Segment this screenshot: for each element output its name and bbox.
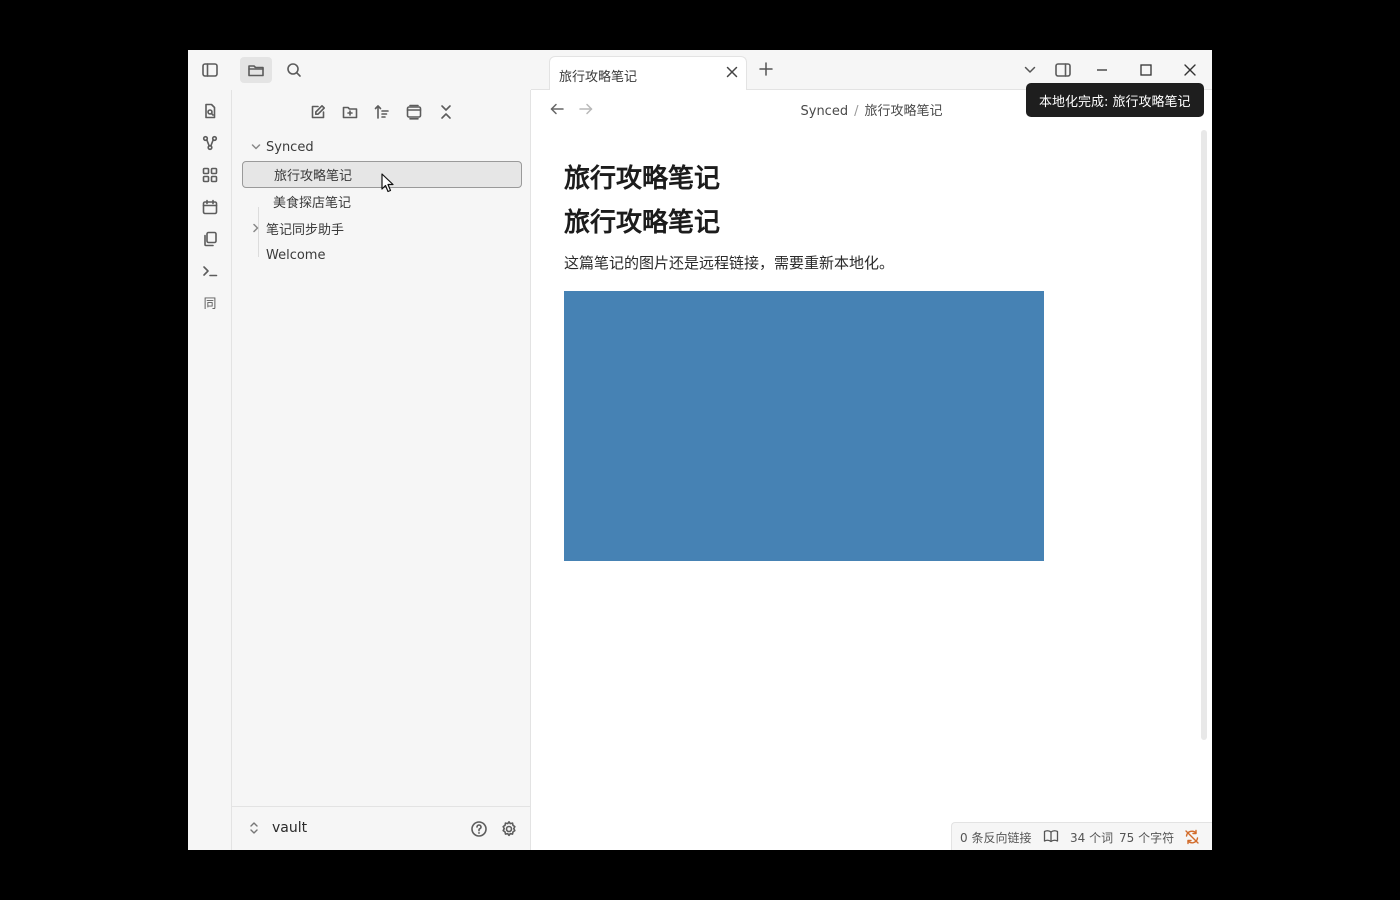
ribbon-graph-view[interactable]: [200, 133, 220, 153]
notice-tooltip: 本地化完成: 旅行攻略笔记: [1026, 83, 1204, 117]
reading-mode-icon[interactable]: [1043, 829, 1059, 843]
quick-switcher-icon: [202, 103, 218, 119]
toggle-sidebar-button[interactable]: [194, 57, 226, 83]
ribbon-sync-plugin[interactable]: 同: [200, 294, 220, 314]
ribbon-canvas[interactable]: [200, 165, 220, 185]
sidebar-footer: vault: [232, 806, 531, 850]
tab-title: 旅行攻略笔记: [559, 70, 638, 85]
tree-folder-synced[interactable]: Synced: [242, 134, 522, 161]
tree-label: 笔记同步助手: [266, 223, 345, 238]
sync-plugin-icon: 同: [203, 296, 217, 312]
vault-name[interactable]: vault: [272, 820, 307, 836]
minimize-icon[interactable]: [1095, 63, 1109, 77]
sort-icon: [374, 104, 390, 120]
file-explorer: Synced 旅行攻略笔记 美食探店笔记 笔记同步助手 Welcome vaul…: [232, 90, 531, 850]
file-explorer-button[interactable]: [240, 57, 272, 83]
sort-button[interactable]: [371, 101, 393, 123]
backlinks-count[interactable]: 0 条反向链接: [960, 829, 1031, 846]
status-bar: 0 条反向链接 34 个词 75 个字符: [951, 822, 1212, 850]
sync-error-icon[interactable]: [1184, 829, 1200, 845]
ribbon-daily-note[interactable]: [200, 197, 220, 217]
ribbon-quick-switcher[interactable]: [200, 101, 220, 121]
chevron-down-icon: [250, 141, 262, 153]
tree-label: Synced: [266, 140, 314, 155]
reveal-icon: [406, 104, 422, 120]
window-close-icon[interactable]: [1183, 63, 1197, 77]
breadcrumb-folder[interactable]: Synced: [801, 104, 849, 119]
embedded-image: [564, 291, 1044, 561]
left-toolbar: [188, 50, 531, 90]
daily-note-icon: [202, 199, 218, 215]
search-button[interactable]: [278, 57, 310, 83]
breadcrumb-separator: /: [854, 104, 859, 119]
ribbon-command-palette[interactable]: [200, 261, 220, 281]
ribbon-templates[interactable]: [200, 229, 220, 249]
tree-file-welcome[interactable]: Welcome: [242, 242, 522, 269]
edit-icon: [310, 104, 326, 120]
document-heading: 旅行攻略笔记: [564, 164, 721, 194]
search-icon: [285, 61, 303, 79]
chevron-down-icon[interactable]: [1024, 64, 1036, 76]
scrollbar[interactable]: [1201, 130, 1207, 740]
folder-icon: [247, 61, 265, 79]
editor-content[interactable]: 旅行攻略笔记 旅行攻略笔记 这篇笔记的图片还是远程链接，需要重新本地化。: [531, 130, 1212, 820]
document-paragraph: 这篇笔记的图片还是远程链接，需要重新本地化。: [564, 254, 895, 272]
vault-switcher-icon[interactable]: [248, 821, 260, 835]
char-count: 75 个字符: [1119, 831, 1175, 845]
maximize-icon[interactable]: [1139, 63, 1153, 77]
collapse-all-button[interactable]: [435, 101, 457, 123]
right-sidebar-toggle-icon[interactable]: [1054, 61, 1072, 79]
folder-plus-icon: [342, 104, 358, 120]
plus-icon[interactable]: [759, 62, 773, 76]
word-count: 34 个词: [1070, 831, 1114, 845]
help-icon[interactable]: [470, 820, 488, 838]
ribbon: 同: [188, 90, 232, 850]
tree-folder-helper[interactable]: 笔记同步助手: [242, 215, 522, 242]
gear-icon[interactable]: [500, 820, 518, 838]
canvas-icon: [202, 167, 218, 183]
new-note-button[interactable]: [307, 101, 329, 123]
close-icon[interactable]: [726, 66, 738, 78]
tree-label: 美食探店笔记: [273, 196, 352, 211]
tab-travel-notes[interactable]: 旅行攻略笔记: [549, 56, 747, 91]
chevron-right-icon: [250, 222, 262, 234]
mouse-cursor: [381, 173, 395, 193]
collapse-icon: [438, 104, 454, 120]
document-heading-2: 旅行攻略笔记: [564, 208, 721, 238]
new-folder-button[interactable]: [339, 101, 361, 123]
templates-icon: [202, 231, 218, 247]
command-palette-icon: [202, 263, 218, 279]
tree-label: Welcome: [266, 248, 326, 263]
tree-label: 旅行攻略笔记: [274, 169, 353, 184]
auto-reveal-button[interactable]: [403, 101, 425, 123]
sidebar-toggle-icon: [201, 61, 219, 79]
breadcrumb-file[interactable]: 旅行攻略笔记: [864, 104, 942, 119]
graph-view-icon: [202, 135, 218, 151]
app-window: 同 Synced 旅行攻略笔记 美食探店笔记 笔记同步助手 Welcome va…: [188, 50, 1212, 850]
